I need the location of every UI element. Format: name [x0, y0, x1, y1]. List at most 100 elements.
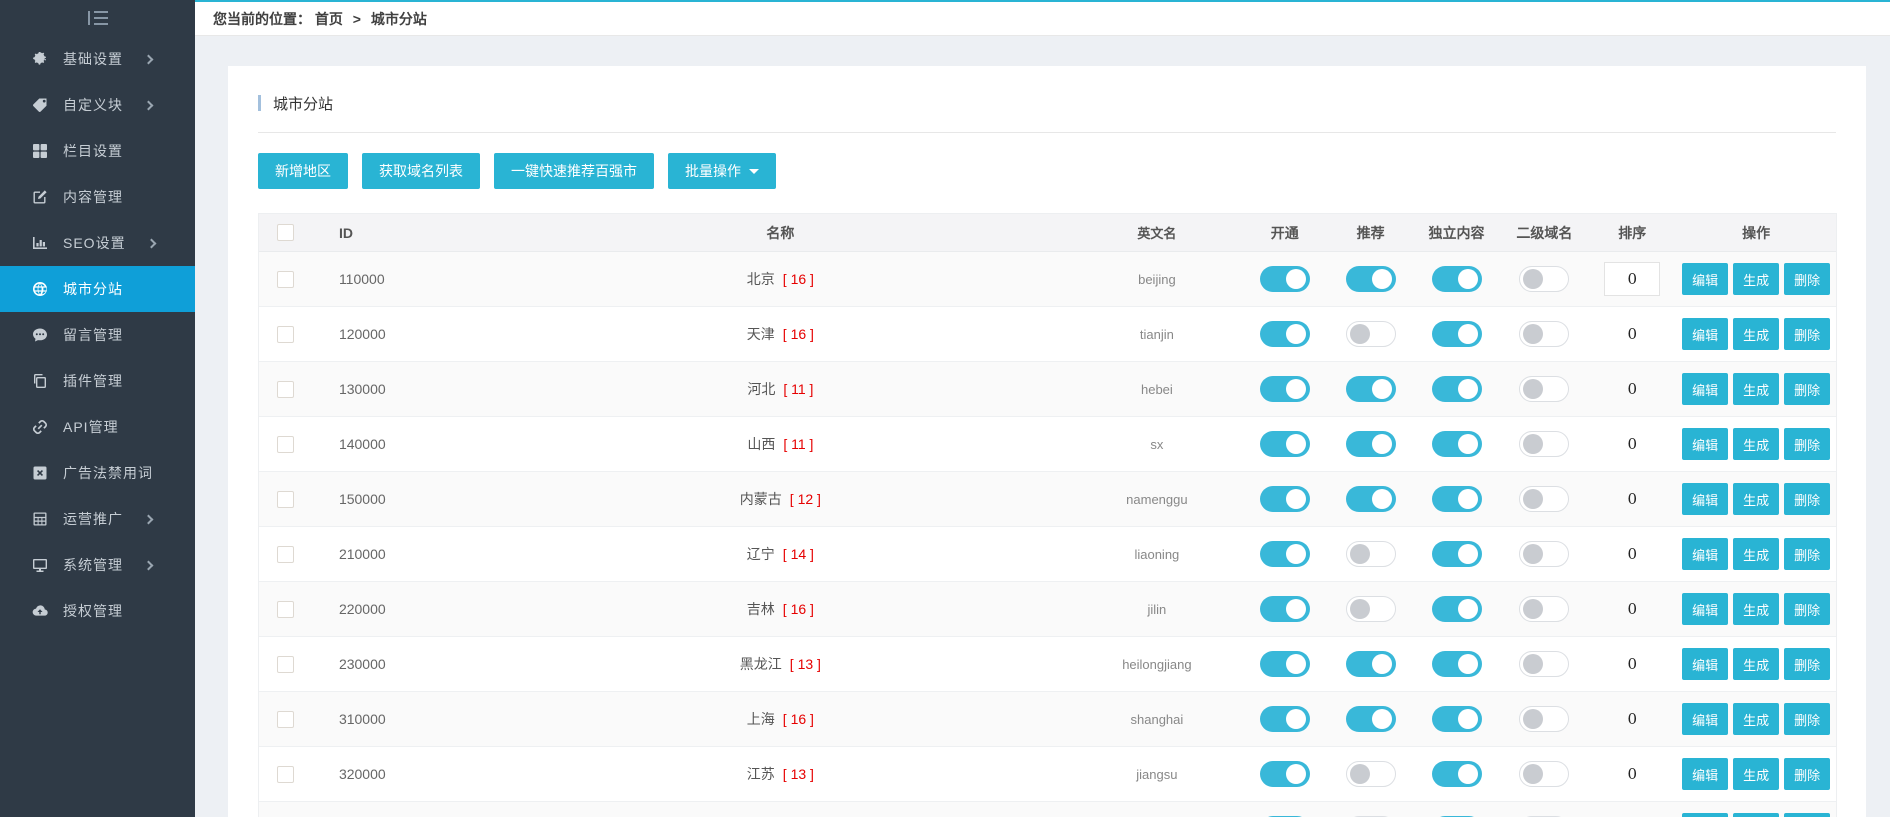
- toggle-recommend[interactable]: [1346, 486, 1396, 512]
- sidebar-item-seo-settings[interactable]: SEO设置: [0, 220, 195, 266]
- toggle-recommend[interactable]: [1346, 541, 1396, 567]
- toggle-recommend[interactable]: [1346, 376, 1396, 402]
- toggle-open[interactable]: [1260, 761, 1310, 787]
- edit-button[interactable]: 编辑: [1682, 318, 1728, 350]
- sidebar-item-api-manage[interactable]: API管理: [0, 404, 195, 450]
- toggle-independent-content[interactable]: [1432, 321, 1482, 347]
- sidebar-item-system-manage[interactable]: 系统管理: [0, 542, 195, 588]
- toggle-open[interactable]: [1260, 486, 1310, 512]
- edit-button[interactable]: 编辑: [1682, 703, 1728, 735]
- row-checkbox[interactable]: [277, 326, 294, 343]
- toggle-open[interactable]: [1260, 376, 1310, 402]
- delete-button[interactable]: 删除: [1784, 483, 1830, 515]
- toggle-subdomain[interactable]: [1519, 431, 1569, 457]
- row-checkbox[interactable]: [277, 711, 294, 728]
- sidebar-item-plugin-manage[interactable]: 插件管理: [0, 358, 195, 404]
- generate-button[interactable]: 生成: [1733, 703, 1779, 735]
- toggle-open[interactable]: [1260, 706, 1310, 732]
- toggle-independent-content[interactable]: [1432, 651, 1482, 677]
- sidebar-item-custom-blocks[interactable]: 自定义块: [0, 82, 195, 128]
- generate-button[interactable]: 生成: [1733, 758, 1779, 790]
- generate-button[interactable]: 生成: [1733, 318, 1779, 350]
- select-all-checkbox[interactable]: [277, 224, 294, 241]
- row-checkbox[interactable]: [277, 601, 294, 618]
- toggle-subdomain[interactable]: [1519, 321, 1569, 347]
- edit-button[interactable]: 编辑: [1682, 593, 1728, 625]
- edit-button[interactable]: 编辑: [1682, 428, 1728, 460]
- add-region-button[interactable]: 新增地区: [258, 153, 348, 189]
- row-checkbox[interactable]: [277, 766, 294, 783]
- toggle-recommend[interactable]: [1346, 651, 1396, 677]
- batch-operation-dropdown[interactable]: 批量操作: [668, 153, 776, 189]
- menu-collapse-icon[interactable]: [88, 11, 108, 25]
- delete-button[interactable]: 删除: [1784, 703, 1830, 735]
- toggle-recommend[interactable]: [1346, 431, 1396, 457]
- sort-input[interactable]: [1604, 262, 1660, 296]
- get-domain-list-button[interactable]: 获取域名列表: [362, 153, 480, 189]
- toggle-open[interactable]: [1260, 541, 1310, 567]
- toggle-independent-content[interactable]: [1432, 266, 1482, 292]
- generate-button[interactable]: 生成: [1733, 648, 1779, 680]
- toggle-open[interactable]: [1260, 431, 1310, 457]
- breadcrumb-home-link[interactable]: 首页: [315, 11, 343, 27]
- toggle-open[interactable]: [1260, 651, 1310, 677]
- row-checkbox[interactable]: [277, 271, 294, 288]
- toggle-subdomain[interactable]: [1519, 266, 1569, 292]
- toggle-independent-content[interactable]: [1432, 486, 1482, 512]
- row-checkbox[interactable]: [277, 491, 294, 508]
- generate-button[interactable]: 生成: [1733, 593, 1779, 625]
- generate-button[interactable]: 生成: [1733, 483, 1779, 515]
- toggle-recommend[interactable]: [1346, 266, 1396, 292]
- toggle-independent-content[interactable]: [1432, 541, 1482, 567]
- delete-button[interactable]: 删除: [1784, 758, 1830, 790]
- toggle-independent-content[interactable]: [1432, 596, 1482, 622]
- edit-button[interactable]: 编辑: [1682, 538, 1728, 570]
- toggle-subdomain[interactable]: [1519, 596, 1569, 622]
- generate-button[interactable]: 生成: [1733, 428, 1779, 460]
- edit-button[interactable]: 编辑: [1682, 483, 1728, 515]
- delete-button[interactable]: 删除: [1784, 538, 1830, 570]
- sidebar-item-column-settings[interactable]: 栏目设置: [0, 128, 195, 174]
- sidebar-item-base-settings[interactable]: 基础设置: [0, 36, 195, 82]
- toggle-independent-content[interactable]: [1432, 431, 1482, 457]
- toggle-subdomain[interactable]: [1519, 651, 1569, 677]
- sidebar-item-content-manage[interactable]: 内容管理: [0, 174, 195, 220]
- delete-button[interactable]: 删除: [1784, 593, 1830, 625]
- toggle-recommend[interactable]: [1346, 596, 1396, 622]
- toggle-recommend[interactable]: [1346, 706, 1396, 732]
- toggle-independent-content[interactable]: [1432, 761, 1482, 787]
- sidebar-item-message-manage[interactable]: 留言管理: [0, 312, 195, 358]
- toggle-open[interactable]: [1260, 596, 1310, 622]
- toggle-independent-content[interactable]: [1432, 376, 1482, 402]
- generate-button[interactable]: 生成: [1733, 538, 1779, 570]
- sidebar-item-license-manage[interactable]: 授权管理: [0, 588, 195, 634]
- toggle-independent-content[interactable]: [1432, 706, 1482, 732]
- toggle-subdomain[interactable]: [1519, 376, 1569, 402]
- toggle-open[interactable]: [1260, 266, 1310, 292]
- generate-button[interactable]: 生成: [1733, 373, 1779, 405]
- row-checkbox[interactable]: [277, 436, 294, 453]
- sidebar-item-city-subsites[interactable]: 城市分站: [0, 266, 195, 312]
- edit-button[interactable]: 编辑: [1682, 813, 1728, 817]
- toggle-recommend[interactable]: [1346, 321, 1396, 347]
- delete-button[interactable]: 删除: [1784, 813, 1830, 817]
- edit-button[interactable]: 编辑: [1682, 648, 1728, 680]
- sidebar-item-operation-promo[interactable]: 运营推广: [0, 496, 195, 542]
- toggle-subdomain[interactable]: [1519, 486, 1569, 512]
- sidebar-item-ad-banned-words[interactable]: 广告法禁用词: [0, 450, 195, 496]
- toggle-recommend[interactable]: [1346, 761, 1396, 787]
- row-checkbox[interactable]: [277, 381, 294, 398]
- toggle-subdomain[interactable]: [1519, 706, 1569, 732]
- edit-button[interactable]: 编辑: [1682, 758, 1728, 790]
- edit-button[interactable]: 编辑: [1682, 373, 1728, 405]
- delete-button[interactable]: 删除: [1784, 263, 1830, 295]
- row-checkbox[interactable]: [277, 656, 294, 673]
- generate-button[interactable]: 生成: [1733, 813, 1779, 817]
- generate-button[interactable]: 生成: [1733, 263, 1779, 295]
- edit-button[interactable]: 编辑: [1682, 263, 1728, 295]
- quick-recommend-top100-button[interactable]: 一键快速推荐百强市: [494, 153, 654, 189]
- delete-button[interactable]: 删除: [1784, 428, 1830, 460]
- toggle-open[interactable]: [1260, 321, 1310, 347]
- row-checkbox[interactable]: [277, 546, 294, 563]
- delete-button[interactable]: 删除: [1784, 318, 1830, 350]
